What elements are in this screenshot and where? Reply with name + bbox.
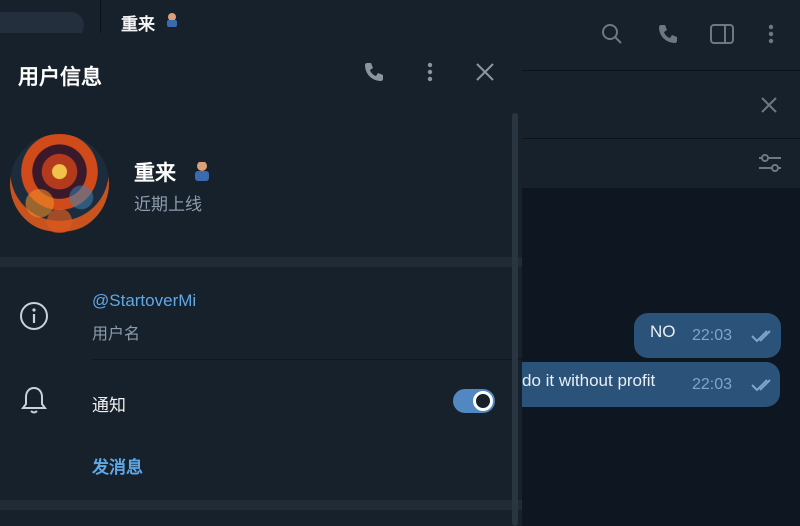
send-message-button[interactable]: 发消息 xyxy=(92,453,143,478)
section-divider xyxy=(0,257,522,267)
user-info-panel: 用户信息 重来 近期上线 @StartoverMi 用户名 通知 发消息 xyxy=(0,33,522,526)
section-divider xyxy=(0,500,522,510)
sidebar-toggle-icon[interactable] xyxy=(708,20,736,48)
double-check-icon xyxy=(751,379,771,392)
username-label: 用户名 xyxy=(92,326,141,343)
notifications-label: 通知 xyxy=(92,396,126,415)
chat-title[interactable]: 重来 xyxy=(121,10,155,35)
info-icon xyxy=(18,300,50,332)
search-icon[interactable] xyxy=(598,20,626,48)
more-vertical-icon[interactable] xyxy=(757,20,785,48)
toggle-knob xyxy=(473,391,493,411)
more-vertical-icon[interactable] xyxy=(415,57,445,87)
row-separator xyxy=(92,359,522,360)
message-text: NO xyxy=(650,322,676,341)
profile-status: 近期上线 xyxy=(134,195,202,214)
profile-name: 重来 xyxy=(134,162,176,185)
phone-icon[interactable] xyxy=(654,20,682,48)
panel-title: 用户信息 xyxy=(18,66,102,89)
message-bubble[interactable]: do it without profit 22:03 xyxy=(500,362,780,407)
close-icon[interactable] xyxy=(755,91,783,119)
bell-icon xyxy=(18,384,50,416)
chat-emoji-sticker-icon xyxy=(167,13,177,27)
username-value[interactable]: @StartoverMi xyxy=(92,291,196,311)
message-time: 22:03 xyxy=(692,376,733,393)
avatar[interactable] xyxy=(10,134,109,233)
double-check-icon xyxy=(751,330,771,343)
message-time: 22:03 xyxy=(692,327,733,344)
panel-scrollbar[interactable] xyxy=(512,113,518,526)
profile-emoji-sticker-icon xyxy=(195,160,209,181)
close-icon[interactable] xyxy=(470,57,500,87)
message-text: do it without profit xyxy=(522,371,656,390)
phone-icon[interactable] xyxy=(359,57,389,87)
notifications-toggle[interactable] xyxy=(453,389,495,413)
message-bubble[interactable]: NO 22:03 xyxy=(634,313,781,358)
filter-sliders-icon[interactable] xyxy=(756,149,784,177)
